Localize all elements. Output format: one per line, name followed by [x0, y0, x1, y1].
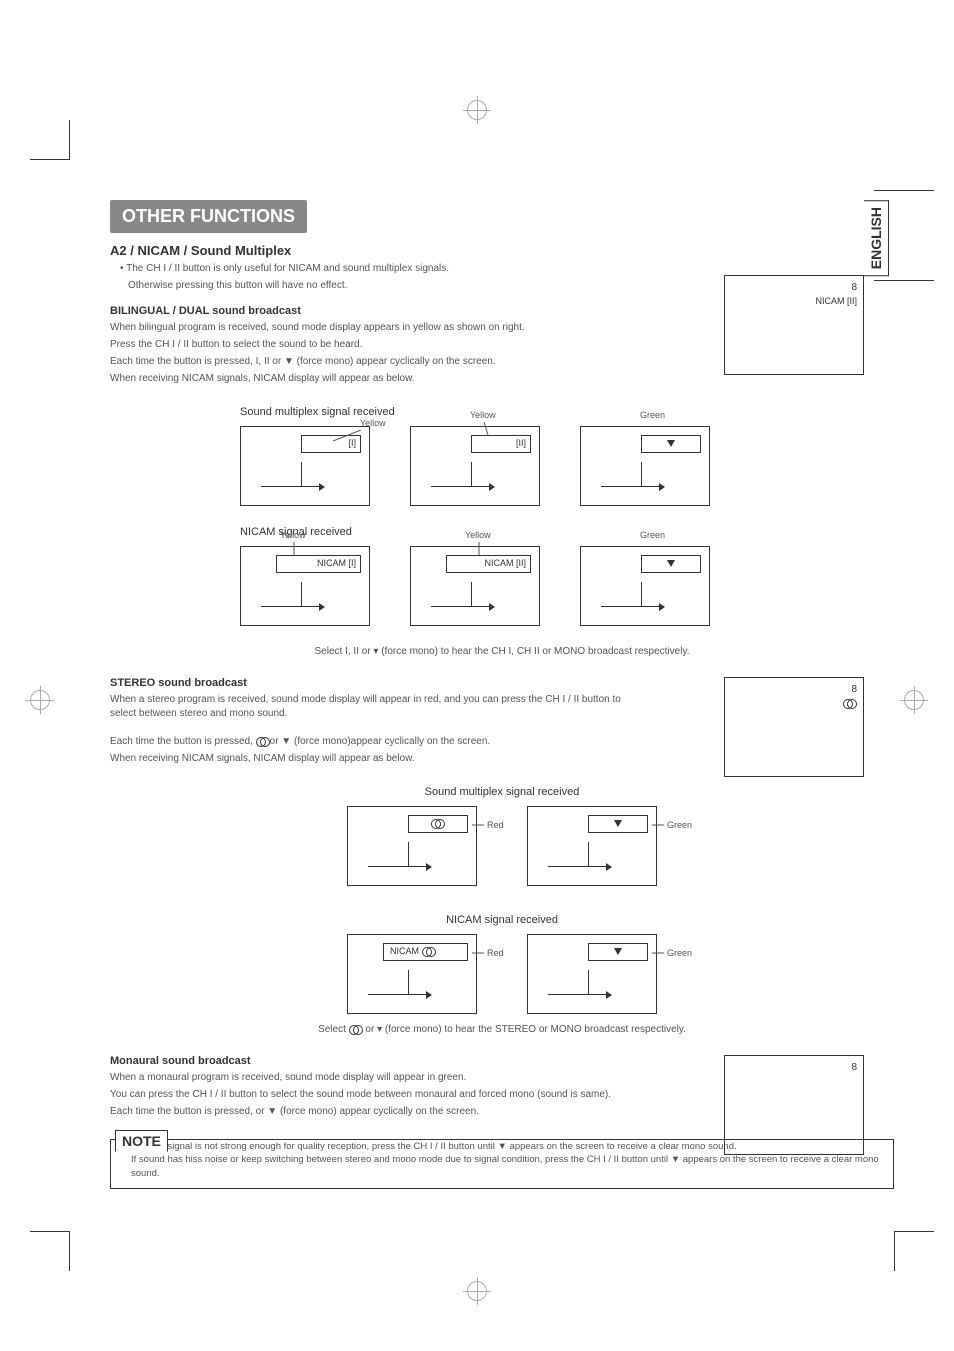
- osd-channel-number: 8: [731, 684, 857, 695]
- osd-inner: [408, 815, 468, 833]
- color-label: Green: [640, 530, 665, 540]
- pointer-line: [475, 542, 485, 556]
- diagram-title: NICAM signal received: [110, 914, 894, 926]
- body-text: • The CH I / II button is only useful fo…: [120, 262, 894, 276]
- sub-heading: BILINGUAL / DUAL sound broadcast: [110, 305, 630, 317]
- pointer-line: [652, 951, 667, 955]
- crop-mark: [894, 1231, 934, 1271]
- stereo-icon: [431, 819, 445, 828]
- osd-inner: [II]: [471, 435, 531, 453]
- osd-channel-number: 8: [731, 1062, 857, 1073]
- diagram-title: Sound multiplex signal received: [240, 406, 894, 418]
- body-text: Each time the button is pressed, or ▼ (f…: [110, 1105, 630, 1119]
- body-text: Each time the button is pressed, I, II o…: [110, 355, 630, 369]
- color-label: Green: [667, 820, 692, 830]
- osd-inner: [641, 555, 701, 573]
- down-triangle-icon: [614, 820, 622, 827]
- color-label: Red: [487, 948, 504, 958]
- osd-inner: NICAM: [383, 943, 468, 961]
- osd-label: [731, 698, 857, 708]
- diagram-box: [II]: [410, 426, 540, 506]
- color-label: Green: [667, 948, 692, 958]
- body-text: You can press the CH I / II button to se…: [110, 1088, 630, 1102]
- diagram-box: [580, 426, 710, 506]
- caption-text: Select I, II or ▾ (force mono) to hear t…: [110, 646, 894, 657]
- stereo-icon: [256, 737, 270, 746]
- pointer-line: [480, 422, 490, 436]
- body-text: When a monaural program is received, sou…: [110, 1071, 630, 1085]
- color-label: Yellow: [360, 418, 386, 428]
- color-label: Red: [487, 820, 504, 830]
- color-label: Yellow: [280, 530, 306, 540]
- diagram-row: NICAM [I] Yellow NICAM [II] Yellow: [240, 546, 894, 626]
- diagram-row: [I] Yellow [II] Yellow: [240, 426, 894, 506]
- osd-display-box: 8: [724, 677, 864, 777]
- diagram-row: Red Green: [110, 806, 894, 886]
- note-box: NOTE If sound signal is not strong enoug…: [110, 1139, 894, 1189]
- down-triangle-icon: [667, 440, 675, 447]
- body-text: When a stereo program is received, sound…: [110, 693, 630, 721]
- stereo-icon: [843, 699, 857, 708]
- pointer-line: [472, 823, 487, 827]
- diagram-box: NICAM [II]: [410, 546, 540, 626]
- caption-text: Select or ▾ (force mono) to hear the STE…: [110, 1024, 894, 1035]
- pointer-line: [333, 430, 363, 442]
- note-heading: NOTE: [115, 1130, 168, 1152]
- diagram-box: NICAM: [347, 934, 477, 1014]
- diagram-title: NICAM signal received: [240, 526, 894, 538]
- pointer-line: [290, 542, 300, 556]
- registration-mark: [467, 1281, 487, 1301]
- diagram-row: NICAM Red Green: [110, 934, 894, 1014]
- osd-inner: NICAM [I]: [276, 555, 361, 573]
- osd-label: NICAM [II]: [731, 296, 857, 306]
- diagram-box: [527, 806, 657, 886]
- color-label: Yellow: [465, 530, 491, 540]
- stereo-icon: [349, 1025, 363, 1034]
- color-label: Yellow: [470, 410, 496, 420]
- osd-inner: NICAM [II]: [446, 555, 531, 573]
- diagram-box: [580, 546, 710, 626]
- diagram-box: NICAM [I]: [240, 546, 370, 626]
- diagram-box: [347, 806, 477, 886]
- crop-mark: [30, 1231, 70, 1271]
- osd-inner: [641, 435, 701, 453]
- subsection-title: A2 / NICAM / Sound Multiplex: [110, 243, 894, 258]
- color-label: Green: [640, 410, 665, 420]
- stereo-icon: [422, 947, 436, 956]
- pointer-line: [652, 823, 667, 827]
- osd-inner: [588, 943, 648, 961]
- sub-heading: STEREO sound broadcast: [110, 677, 630, 689]
- note-text: If sound has hiss noise or keep switchin…: [131, 1153, 883, 1180]
- body-text: When receiving NICAM signals, NICAM disp…: [110, 372, 630, 386]
- body-text: Press the CH I / II button to select the…: [110, 338, 630, 352]
- body-text: When bilingual program is received, soun…: [110, 321, 630, 335]
- osd-channel-number: 8: [731, 282, 857, 293]
- sub-heading: Monaural sound broadcast: [110, 1055, 630, 1067]
- body-text: Each time the button is pressed, or ▼ (f…: [110, 735, 630, 749]
- diagram-title: Sound multiplex signal received: [110, 786, 894, 798]
- body-text: When receiving NICAM signals, NICAM disp…: [110, 752, 630, 766]
- pointer-line: [472, 951, 487, 955]
- section-header: OTHER FUNCTIONS: [110, 200, 307, 233]
- osd-inner: [588, 815, 648, 833]
- diagram-box: [527, 934, 657, 1014]
- osd-display-box: 8 NICAM [II]: [724, 275, 864, 375]
- down-triangle-icon: [667, 560, 675, 567]
- down-triangle-icon: [614, 948, 622, 955]
